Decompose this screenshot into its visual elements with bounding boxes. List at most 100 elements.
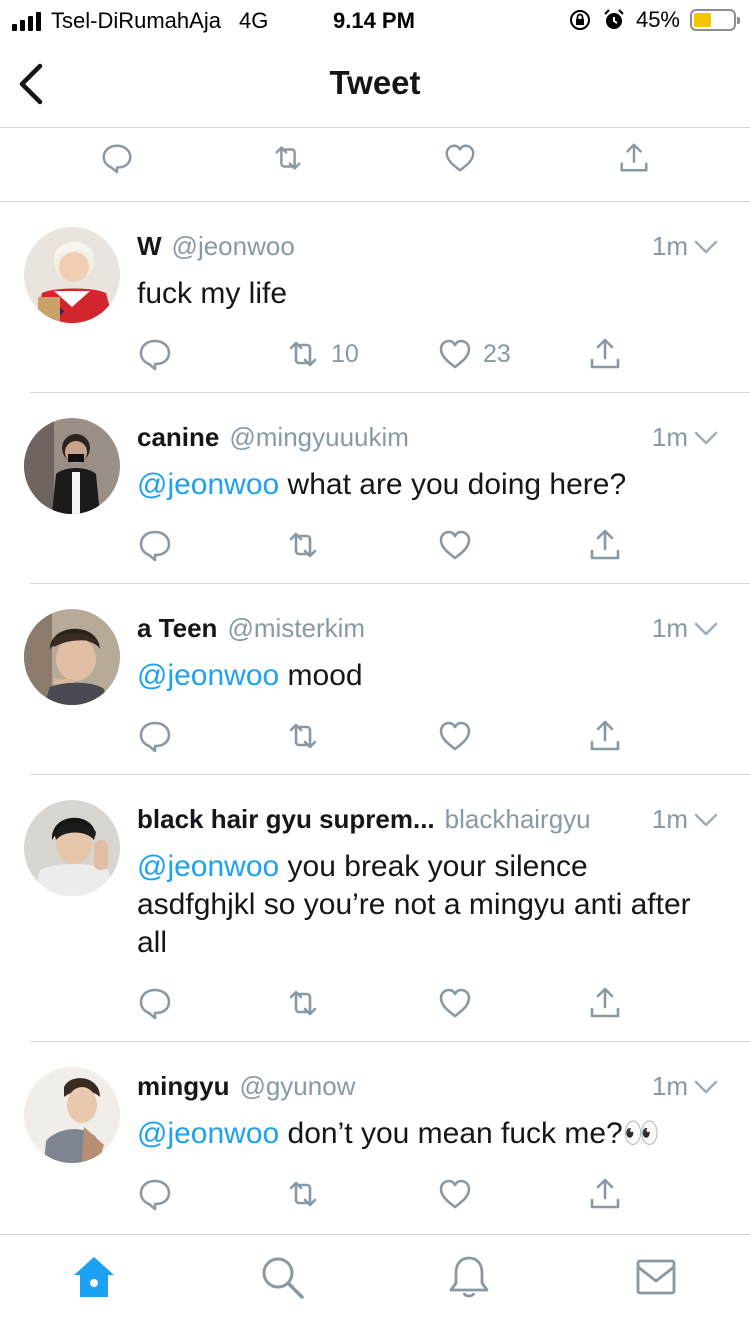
share-button[interactable] [587,718,623,754]
display-name[interactable]: mingyu [137,1071,229,1102]
retweet-icon [289,723,317,749]
like-button[interactable] [437,527,483,563]
heart-icon[interactable] [443,141,477,175]
tweet-header: mingyu @gyunow [137,1071,355,1102]
like-button[interactable] [437,985,483,1021]
timestamp: 1m [651,422,688,452]
avatar[interactable] [24,418,120,514]
page-title: Tweet [329,64,421,101]
mention-link[interactable]: @jeonwoo [137,659,279,692]
retweet-count: 10 [331,339,359,368]
username[interactable]: @jeonwoo [172,231,295,262]
reply-tweet[interactable]: mingyu @gyunow 1m @jeonwoo don’t you mea… [0,1042,750,1232]
like-button[interactable] [437,718,483,754]
like-button[interactable]: 23 [437,336,511,372]
share-icon [590,720,620,751]
share-button[interactable] [587,1176,623,1212]
share-icon[interactable] [617,141,651,175]
reply-icon[interactable] [100,141,134,175]
timestamp: 1m [651,231,688,261]
chevron-down-icon[interactable] [694,812,718,828]
tweet-text: @jeonwoo what are you doing here? [137,466,710,504]
username[interactable]: @mingyuuukim [229,422,409,453]
heart-icon [439,721,471,751]
like-count: 23 [483,339,511,368]
share-icon [590,987,620,1018]
share-icon [590,1178,620,1209]
home-icon[interactable] [70,1253,118,1301]
avatar[interactable] [24,800,120,896]
bell-icon[interactable] [445,1253,493,1301]
share-icon [590,338,620,369]
retweet-button[interactable] [285,718,331,754]
network-label: 4G [238,8,269,33]
mention-link[interactable]: @jeonwoo [137,850,279,883]
status-bar: Tsel-DiRumahAja 4G 9.14 PM 45% [0,0,750,42]
timestamp: 1m [651,804,688,834]
share-icon [590,529,620,560]
tweet-header: canine @mingyuuukim [137,422,409,453]
reply-tweet[interactable]: W @jeonwoo 1m fuck my life 10 23 [0,202,750,393]
mention-link[interactable]: @jeonwoo [137,1117,279,1150]
like-button[interactable] [437,1176,483,1212]
tab-bar [0,1234,750,1334]
tweet-header: W @jeonwoo [137,231,295,262]
display-name[interactable]: canine [137,422,219,453]
reply-icon [139,1179,171,1211]
battery-icon [690,9,740,31]
reply-button[interactable] [137,718,173,754]
tweet-header: a Teen @misterkim [137,613,365,644]
display-name[interactable]: W [137,231,162,262]
chevron-down-icon[interactable] [694,430,718,446]
mention-link[interactable]: @jeonwoo [137,468,279,501]
reply-button[interactable] [137,1176,173,1212]
reply-tweet[interactable]: black hair gyu suprem... blackhairgyu 1m… [0,775,750,1042]
reply-tweet[interactable]: canine @mingyuuukim 1m @jeonwoo what are… [0,393,750,584]
tweet-text: @jeonwoo mood [137,657,710,695]
reply-button[interactable] [137,985,173,1021]
retweet-icon [289,532,317,558]
share-button[interactable] [587,336,623,372]
avatar[interactable] [24,227,120,323]
username[interactable]: blackhairgyu [445,804,591,835]
reply-icon [139,339,171,371]
chevron-down-icon[interactable] [694,621,718,637]
retweet-button[interactable]: 10 [285,336,359,372]
heart-icon [439,339,471,369]
reply-button[interactable] [137,336,173,372]
retweet-button[interactable] [285,1176,331,1212]
tweet-actions: 10 23 [137,336,657,376]
username[interactable]: @gyunow [239,1071,355,1102]
heart-icon [439,1179,471,1209]
retweet-icon[interactable] [271,141,305,175]
heart-icon [439,988,471,1018]
chevron-down-icon[interactable] [694,239,718,255]
tweet-header: black hair gyu suprem... blackhairgyu [137,804,591,835]
reply-button[interactable] [137,527,173,563]
heart-icon [439,530,471,560]
status-time: 9.14 PM [333,8,415,33]
retweet-button[interactable] [285,527,331,563]
display-name[interactable]: a Teen [137,613,217,644]
reply-icon [139,530,171,562]
avatar[interactable] [24,609,120,705]
tweet-text: @jeonwoo you break your silence asdfghjk… [137,848,710,962]
retweet-icon [289,341,317,367]
display-name[interactable]: black hair gyu suprem... [137,804,435,835]
nav-header: Tweet [0,42,750,128]
main-tweet-actions [0,129,750,202]
share-button[interactable] [587,985,623,1021]
retweet-icon [289,1181,317,1207]
search-icon[interactable] [258,1253,306,1301]
share-button[interactable] [587,527,623,563]
tweet-text-body: don’t you mean fuck me?👀 [279,1117,661,1150]
chevron-down-icon[interactable] [694,1079,718,1095]
retweet-button[interactable] [285,985,331,1021]
mail-icon[interactable] [632,1253,680,1301]
username[interactable]: @misterkim [227,613,365,644]
timestamp: 1m [651,1071,688,1101]
carrier-label: Tsel-DiRumahAja [51,8,221,33]
reply-tweet[interactable]: a Teen @misterkim 1m @jeonwoo mood [0,584,750,775]
avatar[interactable] [24,1067,120,1163]
signal-icon [12,11,41,31]
